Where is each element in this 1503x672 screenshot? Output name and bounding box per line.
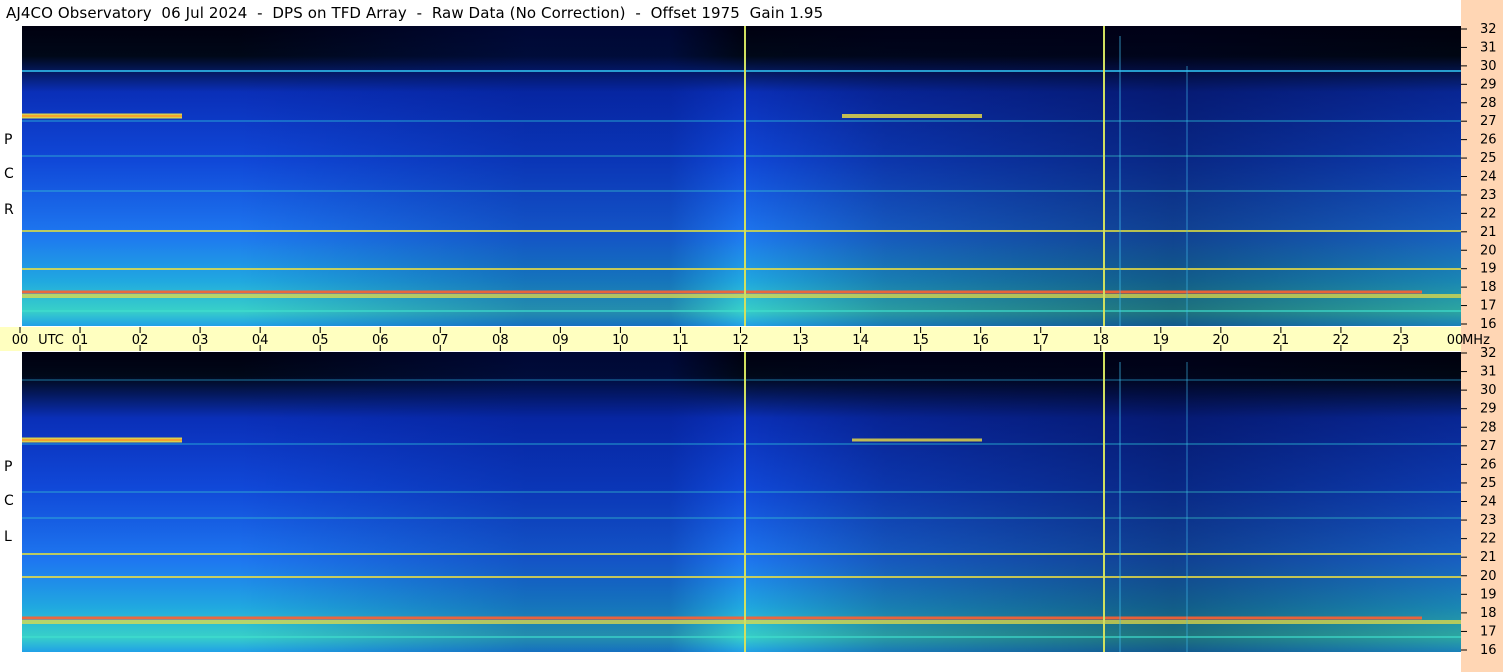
y-tick-label: 25 xyxy=(1480,151,1497,166)
y-tick-label: 21 xyxy=(1480,550,1497,565)
y-tick-label: 26 xyxy=(1480,457,1497,472)
y-tick-label: 32 xyxy=(1480,346,1497,361)
y-tick-label: 24 xyxy=(1480,495,1497,510)
y-tick-label: 18 xyxy=(1480,606,1497,621)
y-tick-label: 27 xyxy=(1480,114,1497,129)
y-tick-label: 29 xyxy=(1480,77,1497,92)
y-tick-label: 19 xyxy=(1480,262,1497,277)
axis-overlay: 00 UTC 01 02 03 04 05 06 07 08 09 10 11 12 13 14 15 16 17 1… xyxy=(12,22,1497,658)
y-tick-label: 17 xyxy=(1480,299,1497,314)
y-tick-label: 27 xyxy=(1480,439,1497,454)
y-tick-label: 19 xyxy=(1480,587,1497,602)
y-tick-label: 30 xyxy=(1480,59,1497,74)
x-tick-label: 00 xyxy=(12,333,29,348)
y-tick-label: 16 xyxy=(1480,643,1497,658)
y-tick-label: 31 xyxy=(1480,40,1497,55)
x-tick-label: 00 xyxy=(1447,333,1464,348)
y-tick-label: 23 xyxy=(1480,513,1497,528)
y-tick-label: 21 xyxy=(1480,225,1497,240)
y-tick-label: 31 xyxy=(1480,365,1497,380)
y-tick-label: 28 xyxy=(1480,96,1497,111)
y-tick-label: 24 xyxy=(1480,170,1497,185)
y-tick-label: 25 xyxy=(1480,476,1497,491)
y-tick-label: 23 xyxy=(1480,188,1497,203)
y-tick-label: 16 xyxy=(1480,317,1497,332)
y-tick-label: 26 xyxy=(1480,133,1497,148)
y-tick-label: 18 xyxy=(1480,280,1497,295)
y-tick-label: 22 xyxy=(1480,206,1497,221)
y-tick-label: 28 xyxy=(1480,420,1497,435)
y-tick-label: 32 xyxy=(1480,22,1497,37)
y-tick-label: 17 xyxy=(1480,624,1497,639)
y-tick-label: 29 xyxy=(1480,402,1497,417)
y-tick-label: 22 xyxy=(1480,532,1497,547)
x-axis-unit-label: UTC xyxy=(38,333,64,348)
y-tick-label: 30 xyxy=(1480,383,1497,398)
y-tick-label: 20 xyxy=(1480,569,1497,584)
y-tick-label: 20 xyxy=(1480,243,1497,258)
